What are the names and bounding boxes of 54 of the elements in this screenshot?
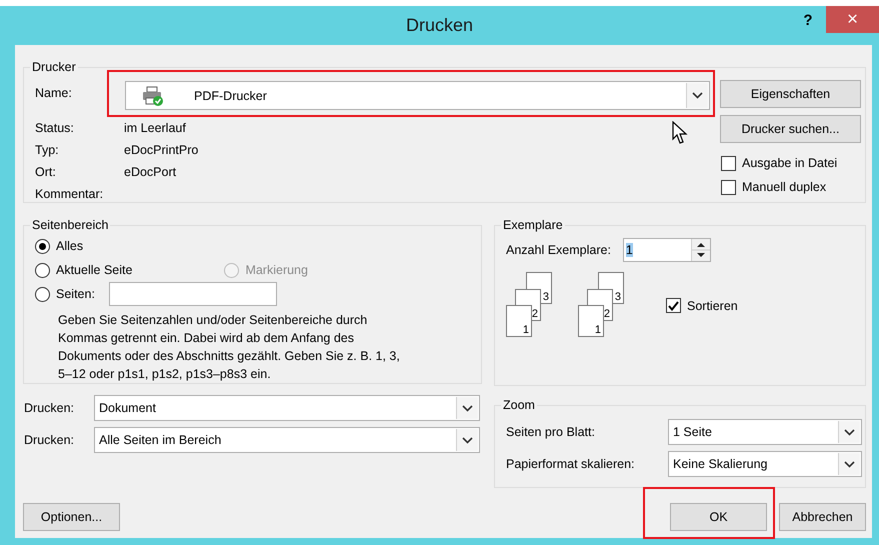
group-title: Seitenbereich	[32, 218, 108, 232]
field-value: eDocPrintPro	[124, 143, 198, 159]
radio-label: Alles	[56, 239, 84, 253]
field-label: Name:	[35, 85, 73, 100]
radio-label: Markierung	[245, 263, 308, 277]
field-label: Papierformat skalieren:	[506, 457, 636, 471]
hint-text: Geben Sie Seitenzahlen und/oder Seitenbereiche durch Kommas getrennt ein. Dabei wird ab dem Anfang des Dokuments oder des Abschnitts gezählt. Geben Sie z. B. 1, 3, 5–12 oder p1s1, p1s2, p1s3–p8s3 ein.	[58, 312, 401, 383]
radio-button[interactable]	[35, 238, 50, 254]
page-number: 2	[604, 308, 610, 320]
mouse-pointer-icon	[672, 121, 688, 145]
field-label: Anzahl Exemplare:	[506, 243, 611, 257]
radio-button[interactable]	[35, 262, 50, 278]
window-title: Drucken	[406, 15, 474, 36]
field-value: eDocPort	[124, 165, 176, 181]
radio-label: Aktuelle Seite	[56, 263, 132, 277]
print-dropdown[interactable]: Alle Seiten im Bereich	[94, 427, 480, 453]
field-label: Seiten pro Blatt:	[506, 425, 596, 439]
checkbox-label: Manuell duplex	[742, 180, 826, 194]
printer-icon	[142, 86, 164, 106]
page-number: 3	[542, 291, 549, 303]
group-title: Exemplare	[503, 218, 563, 232]
printer-dropdown[interactable]: PDF-Drucker	[125, 81, 710, 110]
checkbox[interactable]	[721, 180, 736, 194]
page-number: 3	[614, 291, 621, 303]
checkbox-label: Ausgabe in Datei	[742, 156, 838, 170]
field-label: Ort:	[35, 165, 56, 181]
dialog-button[interactable]: Optionen...	[23, 503, 120, 531]
field-label: Status:	[35, 121, 74, 137]
dialog-button[interactable]: Abbrechen	[779, 503, 866, 531]
printer-button[interactable]: Drucker suchen...	[720, 115, 861, 143]
field-label: Drucken:	[23, 433, 76, 447]
field-label: Typ:	[35, 143, 59, 159]
zoom-dropdown[interactable]: Keine Skalierung	[668, 451, 862, 477]
group-title: Zoom	[503, 398, 535, 412]
zoom-dropdown[interactable]: 1 Seite	[668, 419, 862, 445]
dialog-button[interactable]: OK	[670, 503, 767, 531]
checkbox[interactable]	[721, 156, 736, 170]
field-label: Drucken:	[23, 401, 76, 415]
printer-button[interactable]: Eigenschaften	[720, 80, 861, 108]
radio-button[interactable]	[35, 286, 50, 302]
group-title: Drucker	[32, 60, 76, 74]
copies-spinbox[interactable]: 1	[622, 238, 711, 262]
help-button[interactable]: ?	[798, 12, 818, 29]
page-number: 1	[594, 324, 601, 336]
page-number: 2	[532, 308, 538, 320]
radio-label: Seiten:	[56, 287, 95, 301]
checkbox[interactable]	[666, 298, 681, 313]
pages-input-field[interactable]	[108, 282, 277, 306]
field-label: Kommentar:	[35, 187, 104, 203]
print-dropdown[interactable]: Dokument	[94, 395, 480, 421]
field-value: im Leerlauf	[124, 121, 186, 137]
close-button[interactable]: ×	[826, 6, 879, 33]
checkbox-label: Sortieren	[687, 298, 738, 312]
page-number: 1	[522, 324, 529, 336]
